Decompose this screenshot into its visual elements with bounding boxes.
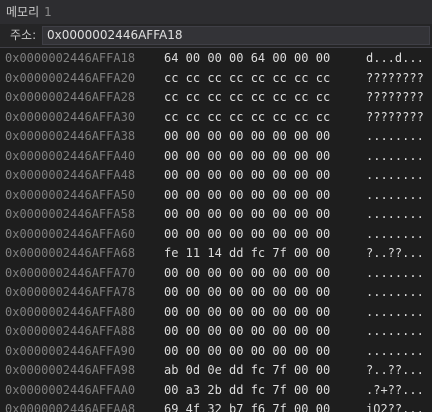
row-ascii[interactable]: ........ (366, 342, 424, 362)
row-ascii[interactable]: ???????? (366, 108, 424, 128)
memory-row[interactable]: 0x0000002446AFFA88 00 00 00 00 00 00 00 0… (0, 322, 432, 342)
row-bytes[interactable]: 00 00 00 00 00 00 00 00 (164, 147, 330, 167)
memory-row[interactable]: 0x0000002446AFFA18 64 00 00 00 64 00 00 0… (0, 49, 432, 69)
row-address: 0x0000002446AFFA30 (5, 109, 136, 124)
row-bytes[interactable]: 00 00 00 00 00 00 00 00 (164, 342, 330, 362)
row-bytes[interactable]: cc cc cc cc cc cc cc cc (164, 88, 330, 108)
memory-row[interactable]: 0x0000002446AFFA40 00 00 00 00 00 00 00 0… (0, 147, 432, 167)
row-ascii[interactable]: .?+??... (366, 381, 424, 401)
memory-row[interactable]: 0x0000002446AFFA28 cc cc cc cc cc cc cc c… (0, 88, 432, 108)
row-address: 0x0000002446AFFAA0 (5, 382, 136, 397)
row-ascii[interactable]: ........ (366, 205, 424, 225)
row-ascii[interactable]: d...d... (366, 49, 424, 69)
row-bytes[interactable]: fe 11 14 dd fc 7f 00 00 (164, 244, 330, 264)
row-address: 0x0000002446AFFA50 (5, 187, 136, 202)
row-ascii[interactable]: ........ (366, 147, 424, 167)
row-ascii[interactable]: iO2??... (366, 400, 424, 412)
row-bytes[interactable]: 00 00 00 00 00 00 00 00 (164, 186, 330, 206)
memory-row[interactable]: 0x0000002446AFFA68 fe 11 14 dd fc 7f 00 0… (0, 244, 432, 264)
memory-row[interactable]: 0x0000002446AFFA80 00 00 00 00 00 00 00 0… (0, 303, 432, 323)
window-title-number: 1 (44, 5, 52, 19)
memory-window: 메모리 1 주소: 0x0000002446AFFA18 0x0000002446… (0, 0, 432, 412)
row-address: 0x0000002446AFFA20 (5, 70, 136, 85)
memory-row[interactable]: 0x0000002446AFFA48 00 00 00 00 00 00 00 0… (0, 166, 432, 186)
memory-rows[interactable]: 0x0000002446AFFA18 64 00 00 00 64 00 00 0… (0, 49, 432, 412)
row-ascii[interactable]: ?..??... (366, 244, 424, 264)
row-bytes[interactable]: 00 00 00 00 00 00 00 00 (164, 264, 330, 284)
row-ascii[interactable]: ........ (366, 225, 424, 245)
address-label: 주소: (10, 28, 37, 42)
memory-row[interactable]: 0x0000002446AFFA38 00 00 00 00 00 00 00 0… (0, 127, 432, 147)
window-title-text: 메모리 (6, 5, 40, 19)
row-address: 0x0000002446AFFA60 (5, 226, 136, 241)
row-address: 0x0000002446AFFA58 (5, 207, 136, 221)
row-bytes[interactable]: 00 00 00 00 00 00 00 00 (164, 303, 330, 323)
memory-row[interactable]: 0x0000002446AFFA20 cc cc cc cc cc cc cc c… (0, 69, 432, 89)
row-address: 0x0000002446AFFA98 (5, 363, 136, 377)
row-address: 0x0000002446AFFA78 (5, 285, 136, 299)
address-bar: 주소: 0x0000002446AFFA18 (0, 24, 432, 48)
row-bytes[interactable]: 64 00 00 00 64 00 00 00 (164, 49, 330, 69)
row-ascii[interactable]: ........ (366, 127, 424, 147)
row-ascii[interactable]: ........ (366, 166, 424, 186)
row-address: 0x0000002446AFFA88 (5, 324, 136, 338)
memory-row[interactable]: 0x0000002446AFFAA8 69 4f 32 b7 f6 7f 00 0… (0, 400, 432, 412)
row-bytes[interactable]: 00 a3 2b dd fc 7f 00 00 (164, 381, 330, 401)
row-ascii[interactable]: ?..??... (366, 361, 424, 381)
row-address: 0x0000002446AFFAA8 (5, 402, 136, 412)
row-bytes[interactable]: 00 00 00 00 00 00 00 00 (164, 127, 330, 147)
memory-row[interactable]: 0x0000002446AFFA90 00 00 00 00 00 00 00 0… (0, 342, 432, 362)
memory-row[interactable]: 0x0000002446AFFA98 ab 0d 0e dd fc 7f 00 0… (0, 361, 432, 381)
row-ascii[interactable]: ........ (366, 186, 424, 206)
memory-row[interactable]: 0x0000002446AFFA50 00 00 00 00 00 00 00 0… (0, 186, 432, 206)
row-bytes[interactable]: 00 00 00 00 00 00 00 00 (164, 322, 330, 342)
row-bytes[interactable]: 00 00 00 00 00 00 00 00 (164, 283, 330, 303)
row-bytes[interactable]: 00 00 00 00 00 00 00 00 (164, 205, 330, 225)
row-address: 0x0000002446AFFA90 (5, 343, 136, 358)
row-address: 0x0000002446AFFA40 (5, 148, 136, 163)
row-ascii[interactable]: ........ (366, 322, 424, 342)
window-title: 메모리 1 (6, 0, 52, 24)
memory-row[interactable]: 0x0000002446AFFA70 00 00 00 00 00 00 00 0… (0, 264, 432, 284)
row-bytes[interactable]: 00 00 00 00 00 00 00 00 (164, 225, 330, 245)
row-address: 0x0000002446AFFA38 (5, 129, 136, 143)
row-bytes[interactable]: 00 00 00 00 00 00 00 00 (164, 166, 330, 186)
memory-row[interactable]: 0x0000002446AFFAA0 00 a3 2b dd fc 7f 00 0… (0, 381, 432, 401)
row-address: 0x0000002446AFFA70 (5, 265, 136, 280)
memory-row[interactable]: 0x0000002446AFFA30 cc cc cc cc cc cc cc c… (0, 108, 432, 128)
row-ascii[interactable]: ???????? (366, 69, 424, 89)
title-bar: 메모리 1 (0, 0, 432, 24)
row-ascii[interactable]: ........ (366, 303, 424, 323)
row-ascii[interactable]: ???????? (366, 88, 424, 108)
row-address: 0x0000002446AFFA18 (5, 51, 136, 65)
row-address: 0x0000002446AFFA68 (5, 246, 136, 260)
row-address: 0x0000002446AFFA28 (5, 90, 136, 104)
row-bytes[interactable]: 69 4f 32 b7 f6 7f 00 00 (164, 400, 330, 412)
row-address: 0x0000002446AFFA80 (5, 304, 136, 319)
row-ascii[interactable]: ........ (366, 283, 424, 303)
row-bytes[interactable]: ab 0d 0e dd fc 7f 00 00 (164, 361, 330, 381)
memory-row[interactable]: 0x0000002446AFFA60 00 00 00 00 00 00 00 0… (0, 225, 432, 245)
address-input[interactable]: 0x0000002446AFFA18 (42, 26, 430, 45)
row-address: 0x0000002446AFFA48 (5, 168, 136, 182)
row-bytes[interactable]: cc cc cc cc cc cc cc cc (164, 108, 330, 128)
memory-row[interactable]: 0x0000002446AFFA78 00 00 00 00 00 00 00 0… (0, 283, 432, 303)
row-ascii[interactable]: ........ (366, 264, 424, 284)
row-bytes[interactable]: cc cc cc cc cc cc cc cc (164, 69, 330, 89)
memory-row[interactable]: 0x0000002446AFFA58 00 00 00 00 00 00 00 0… (0, 205, 432, 225)
